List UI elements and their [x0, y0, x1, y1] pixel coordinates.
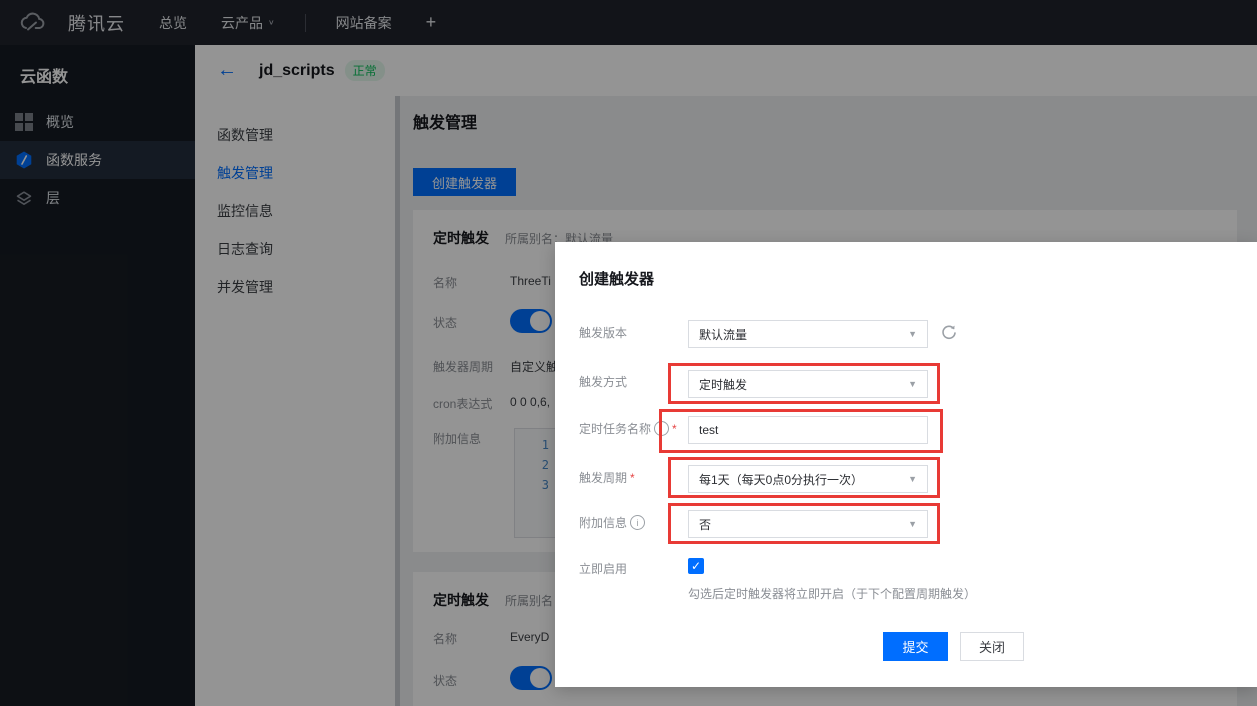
- extra-info-select[interactable]: 否 ▼: [688, 510, 928, 538]
- label-task-name: 定时任务名称 i *: [579, 420, 677, 437]
- enable-helper-text: 勾选后定时触发器将立即开启（于下个配置周期触发）: [688, 585, 976, 602]
- label-extra-info: 附加信息 i: [579, 514, 645, 531]
- required-asterisk: *: [630, 471, 635, 485]
- label-trigger-method: 触发方式: [579, 373, 627, 390]
- chevron-down-icon: ▼: [908, 474, 917, 484]
- chevron-down-icon: ▼: [908, 329, 917, 339]
- chevron-down-icon: ▼: [908, 379, 917, 389]
- label-enable-now: 立即启用: [579, 560, 627, 577]
- modal-title: 创建触发器: [579, 268, 654, 289]
- label-trigger-version: 触发版本: [579, 324, 627, 341]
- trigger-method-select[interactable]: 定时触发 ▼: [688, 370, 928, 398]
- trigger-cycle-select[interactable]: 每1天（每天0点0分执行一次） ▼: [688, 465, 928, 493]
- submit-button[interactable]: 提交: [883, 632, 948, 661]
- close-button[interactable]: 关闭: [960, 632, 1024, 661]
- chevron-down-icon: ▼: [908, 519, 917, 529]
- check-icon: ✓: [691, 559, 701, 573]
- info-icon[interactable]: i: [654, 421, 669, 436]
- info-icon[interactable]: i: [630, 515, 645, 530]
- required-asterisk: *: [672, 422, 677, 436]
- task-name-input[interactable]: [688, 416, 928, 444]
- enable-now-checkbox[interactable]: ✓: [688, 558, 704, 574]
- label-trigger-cycle: 触发周期 *: [579, 469, 635, 486]
- app-window: 腾讯云 总览 云产品 ∨ 网站备案 + 云函数 概览 函数服务: [0, 0, 1257, 706]
- create-trigger-modal: 创建触发器 触发版本 默认流量 ▼ 触发方式 定时触发 ▼ 定时任务名称 i *: [555, 242, 1257, 687]
- trigger-version-select[interactable]: 默认流量 ▼: [688, 320, 928, 348]
- refresh-icon[interactable]: [940, 324, 958, 342]
